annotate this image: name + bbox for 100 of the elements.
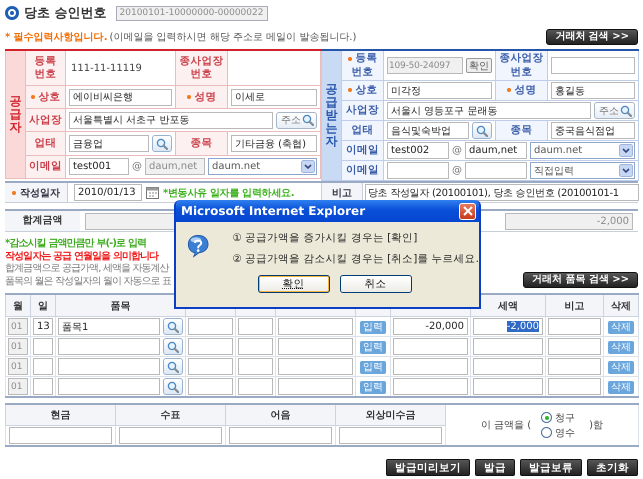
field-label: 이메일 — [346, 164, 379, 176]
amount-field[interactable] — [339, 427, 442, 444]
item-field[interactable] — [58, 358, 160, 375]
search-button[interactable] — [163, 318, 183, 335]
required-notice: * 필수입력사항입니다. — [5, 32, 108, 43]
amount-field[interactable] — [119, 427, 222, 444]
search-button[interactable] — [152, 135, 172, 152]
domain-select[interactable]: daum.net — [208, 158, 317, 176]
search-button[interactable] — [472, 122, 492, 139]
search-icon — [156, 138, 168, 150]
address-button[interactable]: 주소 — [594, 102, 635, 119]
amount-field[interactable] — [393, 358, 468, 375]
tax-field[interactable] — [473, 338, 543, 355]
domain-select[interactable]: 직접입력 — [530, 162, 635, 179]
text-field[interactable] — [238, 338, 273, 355]
text-field[interactable] — [188, 318, 233, 335]
remark-field[interactable]: 당초 작성일자 (20100101), 당초 승인번호 (20100101-1 — [365, 184, 639, 201]
field-label: 상호 — [38, 90, 60, 103]
text-field[interactable] — [548, 358, 601, 375]
tax-field[interactable]: -2,000 — [473, 318, 543, 335]
item-field[interactable]: 품목1 — [58, 318, 160, 335]
amount-field[interactable] — [9, 427, 112, 444]
action-button[interactable]: 초기화 — [587, 459, 638, 476]
text-field[interactable]: 이세로 — [231, 88, 317, 106]
text-field[interactable]: 금융업 — [69, 135, 149, 152]
email-domain-field[interactable] — [465, 162, 527, 179]
field-label: 등록 번호 — [352, 52, 378, 78]
field-label: 종목 — [190, 137, 212, 150]
text-field[interactable] — [238, 378, 273, 395]
search-button[interactable] — [163, 358, 183, 375]
day-field[interactable] — [33, 338, 53, 355]
text-field[interactable] — [278, 338, 353, 355]
day-field[interactable] — [33, 378, 53, 395]
email-user-field[interactable]: test002 — [387, 142, 449, 159]
text-field[interactable] — [548, 318, 601, 335]
day-field[interactable] — [33, 358, 53, 375]
search-icon — [620, 104, 632, 116]
radio-button[interactable] — [541, 412, 552, 423]
item-field[interactable] — [58, 338, 160, 355]
amount-field[interactable] — [393, 378, 468, 395]
text-field[interactable] — [238, 358, 273, 375]
note-text: *감소시킬 금액만큼만 부(-)로 입력 — [5, 238, 147, 250]
text-field[interactable]: 기타금융 (축협) — [231, 135, 317, 152]
date-field[interactable]: 2010/01/13 — [74, 184, 142, 201]
tax-field[interactable] — [473, 378, 543, 395]
text-field[interactable]: 음식및숙박업 — [387, 122, 469, 139]
close-button[interactable] — [459, 202, 476, 220]
text-field[interactable] — [548, 338, 601, 355]
domain-select[interactable]: daum.net — [530, 142, 635, 159]
email-user-field[interactable]: test001 — [69, 158, 129, 176]
radio-option[interactable]: 영수 — [541, 426, 576, 440]
search-button[interactable] — [163, 338, 183, 355]
option-label: 영수 — [555, 426, 576, 440]
email-user-field[interactable] — [387, 162, 449, 179]
amount-field[interactable] — [393, 338, 468, 355]
field-label: 사업장 — [346, 104, 379, 116]
text-field[interactable] — [238, 318, 273, 335]
day-field[interactable]: 13 — [33, 318, 53, 335]
column-header: 삭제 — [611, 300, 631, 312]
text-field[interactable] — [551, 57, 635, 74]
option-label: 청구 — [555, 412, 576, 424]
note-text: 합계금액으로 공급가액, 세액을 자동계산 — [5, 263, 170, 276]
confirm-button[interactable]: 확인 — [466, 58, 492, 73]
text-field[interactable] — [278, 378, 353, 395]
text-field[interactable] — [188, 338, 233, 355]
column-header: 수표 — [160, 410, 180, 421]
email-domain-field[interactable]: daum,net — [465, 142, 527, 159]
address-field[interactable]: 서울특별시 서초구 반포동 — [69, 112, 273, 129]
radio-option[interactable]: 청구 — [541, 410, 576, 424]
column-header: 품목 — [110, 300, 130, 312]
amount-field[interactable] — [229, 427, 332, 444]
item-field[interactable] — [58, 378, 160, 395]
text-field[interactable]: 홍길동 — [551, 82, 635, 99]
address-button[interactable]: 주소 — [276, 112, 317, 129]
party-title: 공급받는자 — [326, 82, 338, 148]
text-field[interactable] — [188, 358, 233, 375]
note-text: 품목의 월은 작성일자의 월이 자동으로 표 — [5, 276, 172, 288]
radio-button[interactable] — [541, 427, 552, 438]
text-field[interactable]: 중국음식점업 — [551, 122, 635, 139]
item-search-button[interactable]: 거래처 품목 검색 >> — [522, 272, 638, 288]
search-icon — [302, 114, 314, 126]
text-field[interactable]: 에이비씨은행 — [69, 88, 172, 106]
text-field[interactable] — [548, 378, 601, 395]
address-field[interactable]: 서울시 영등포구 문래동 — [387, 102, 591, 119]
field-label: 종사업장 번호 — [180, 54, 224, 80]
text-field[interactable] — [278, 318, 353, 335]
dialog-button[interactable]: 확인 — [258, 275, 330, 293]
partner-search-button[interactable]: 거래처 검색 >> — [546, 29, 638, 45]
text-field[interactable]: 미각정 — [387, 82, 492, 99]
action-button[interactable]: 발급 — [475, 459, 515, 476]
text-field[interactable] — [278, 358, 353, 375]
search-button[interactable] — [163, 378, 183, 395]
amount-field[interactable]: -20,000 — [393, 318, 468, 335]
text-field[interactable] — [188, 378, 233, 395]
dialog-message: ② 공급가액을 감소시킬 경우는 [취소]를 누르세요. — [232, 252, 479, 266]
action-button[interactable]: 발급미리보기 — [386, 459, 470, 476]
tax-field[interactable] — [473, 358, 543, 375]
field-label: 이메일 — [346, 144, 379, 156]
action-button[interactable]: 발급보류 — [520, 459, 582, 476]
dialog-button[interactable]: 취소 — [340, 275, 412, 293]
